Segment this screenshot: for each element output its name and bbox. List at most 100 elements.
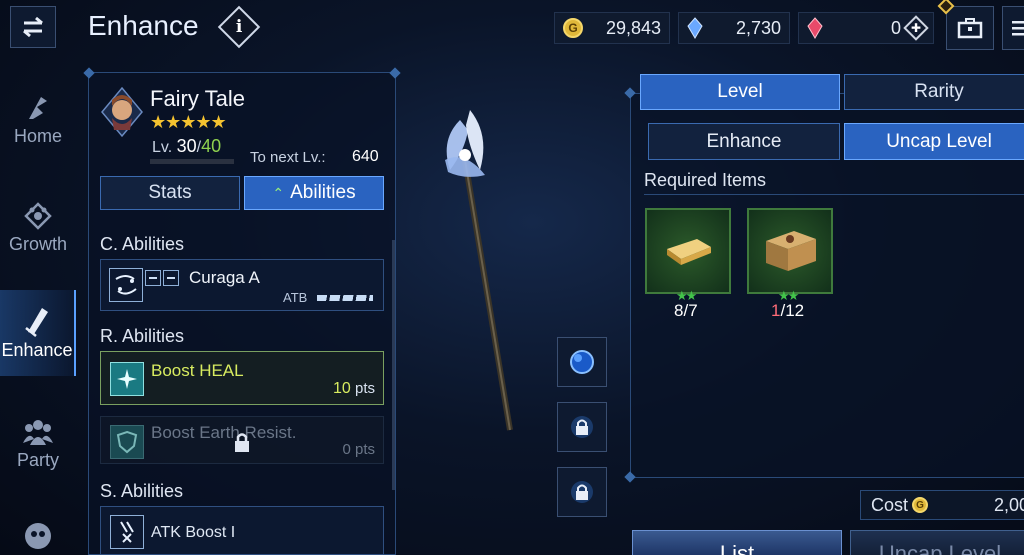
ability-card-boost-earth-resist[interactable]: Boost Earth Resist. 0 pts	[100, 416, 384, 464]
enhance-icon	[20, 306, 54, 338]
gil-counter: G 29,843	[554, 12, 670, 44]
required-items-label: Required Items	[644, 170, 767, 190]
ability-card-boost-heal[interactable]: Boost HEAL 10 pts	[100, 351, 384, 405]
section-s-abilities: S. Abilities	[100, 481, 184, 501]
nav-enhance[interactable]: Enhance	[0, 290, 76, 376]
tab-stats[interactable]: Stats	[100, 176, 240, 210]
nav-party-label: Party	[16, 449, 59, 470]
gil-coin-icon: G	[912, 497, 929, 513]
ability-card-curaga[interactable]: Curaga A ATB	[100, 259, 384, 311]
paid-crystal-amount: 0	[890, 17, 901, 38]
item-1-count: 8/7	[674, 301, 698, 321]
locked-slot-button[interactable]	[557, 402, 607, 452]
required-item-2[interactable]	[747, 208, 833, 294]
atb-label: ATB	[283, 290, 308, 305]
info-button[interactable]: i	[217, 5, 261, 49]
red-crystal-icon	[807, 17, 823, 39]
section-c-abilities: C. Abilities	[100, 234, 185, 254]
double-chevron-up-icon: ⌃	[272, 184, 285, 201]
next-level-label: To next Lv.:	[250, 149, 326, 166]
ability-name: Boost Earth Resist.	[151, 423, 297, 442]
locked-slot-button[interactable]	[557, 467, 607, 517]
curaga-icon	[109, 268, 143, 302]
nav-more[interactable]	[0, 500, 76, 555]
item-1-need: /7	[683, 301, 698, 320]
uncap-level-button[interactable]: Uncap Level	[850, 530, 1024, 555]
menu-button[interactable]	[1002, 6, 1024, 50]
back-arrow-icon	[23, 16, 43, 38]
tab-level[interactable]: Level	[640, 74, 840, 110]
character-name: Fairy Tale	[150, 86, 245, 111]
crystal-amount: 2,730	[735, 17, 781, 38]
scrollbar[interactable]	[392, 240, 395, 490]
required-item-1[interactable]	[645, 208, 731, 294]
back-button[interactable]	[10, 6, 56, 48]
points-unit: pts	[354, 380, 375, 397]
atb-slot	[163, 270, 179, 286]
briefcase-icon	[957, 18, 983, 39]
paid-crystal-counter: 0 ✚	[798, 12, 934, 44]
gold-ingot-icon	[667, 239, 711, 265]
nav-home[interactable]: Home	[0, 76, 76, 162]
points-value: 10	[333, 380, 351, 397]
level-value: 30	[176, 136, 197, 156]
sword-icon	[110, 515, 144, 549]
ability-points: 10 pts	[333, 380, 375, 398]
points-value: 0	[342, 441, 351, 458]
cost-value: 2,00	[993, 494, 1024, 515]
lock-icon	[571, 481, 593, 503]
party-icon	[21, 416, 55, 448]
atb-gauge	[317, 295, 373, 301]
nav-party[interactable]: Party	[0, 400, 76, 486]
nav-home-label: Home	[13, 125, 62, 146]
atb-slot	[145, 270, 161, 286]
tab-rarity[interactable]: Rarity	[844, 74, 1024, 110]
gil-amount: 29,843	[605, 17, 661, 38]
item-2-count: 1/12	[771, 301, 804, 321]
nav-enhance-label: Enhance	[1, 339, 73, 360]
ability-name: Boost HEAL	[151, 361, 244, 380]
ability-name: Curaga A	[189, 268, 260, 287]
level-progress-bar	[150, 159, 234, 164]
list-button[interactable]: List	[632, 530, 842, 555]
points-unit: pts	[354, 441, 375, 458]
page-title: Enhance	[88, 10, 199, 41]
add-crystal-button[interactable]: ✚	[903, 15, 929, 41]
character-portrait	[100, 86, 144, 138]
home-icon	[21, 92, 55, 124]
level-label: Lv.	[152, 139, 173, 156]
crystal-counter: 2,730	[678, 12, 790, 44]
blue-crystal-icon	[687, 17, 703, 39]
shield-icon	[110, 425, 144, 459]
item-box-button[interactable]	[946, 6, 994, 50]
lock-icon	[571, 416, 593, 438]
ability-card-atk-boost[interactable]: ATK Boost I	[100, 506, 384, 555]
level-max: 40	[201, 136, 222, 156]
ability-name: ATK Boost I	[151, 524, 236, 541]
tab-abilities[interactable]: ⌃ Abilities	[244, 176, 384, 210]
level-display: Lv. 30/40	[152, 136, 221, 157]
cost-label: Cost	[871, 494, 909, 515]
gil-coin-icon: G	[563, 18, 583, 38]
more-icon	[21, 520, 55, 552]
ability-points: 0 pts	[342, 441, 375, 458]
tab-uncap-level[interactable]: Uncap Level	[844, 123, 1024, 160]
info-icon: i	[217, 5, 261, 49]
rarity-stars: ★★★★★	[150, 112, 227, 132]
cost-display: Cost G 2,00	[860, 490, 1024, 520]
growth-icon	[21, 200, 55, 232]
lock-icon	[233, 431, 251, 458]
menu-icon	[1012, 21, 1024, 36]
tab-enhance[interactable]: Enhance	[648, 123, 840, 160]
nav-growth-label: Growth	[8, 233, 68, 254]
supply-crate-icon	[766, 231, 816, 271]
sparkle-icon	[110, 362, 144, 396]
section-r-abilities: R. Abilities	[100, 326, 185, 346]
weapon-model	[420, 100, 530, 445]
item-2-need: /12	[780, 301, 805, 320]
materia-slot-button[interactable]	[557, 337, 607, 387]
nav-growth[interactable]: Growth	[0, 184, 76, 270]
materia-orb-icon	[570, 350, 594, 374]
next-level-value: 640	[352, 148, 379, 165]
tab-abilities-label: Abilities	[290, 182, 356, 203]
